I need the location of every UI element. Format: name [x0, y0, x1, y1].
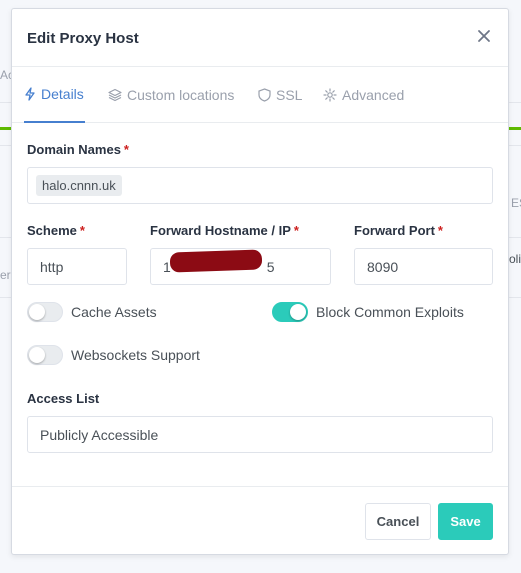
access-list-value: Publicly Accessible: [40, 426, 159, 443]
tab-label: Advanced: [342, 86, 405, 103]
forward-port-label: Forward Port *: [354, 223, 443, 238]
background-accent-bar: [509, 127, 521, 130]
tab-advanced[interactable]: Advanced: [323, 67, 404, 122]
port-value: 8090: [367, 258, 399, 275]
required-marker: *: [437, 223, 443, 238]
block-exploits-toggle[interactable]: [272, 302, 308, 322]
shield-icon: [258, 87, 271, 102]
label-text: Domain Names: [27, 142, 121, 157]
tab-label: Custom locations: [127, 86, 235, 103]
tab-ssl[interactable]: SSL: [258, 67, 302, 122]
tab-custom-locations[interactable]: Custom locations: [108, 67, 234, 122]
cache-assets-row: Cache Assets: [27, 302, 157, 322]
scheme-field[interactable]: http: [27, 248, 127, 285]
required-marker: *: [123, 142, 129, 157]
domain-names-label: Domain Names *: [27, 142, 129, 157]
cache-assets-toggle[interactable]: [27, 302, 63, 322]
forward-hostname-label: Forward Hostname / IP *: [150, 223, 299, 238]
cache-assets-label: Cache Assets: [71, 304, 157, 320]
tab-label: SSL: [276, 86, 303, 103]
toggle-knob: [29, 304, 45, 320]
toggle-knob: [29, 347, 45, 363]
label-text: Forward Hostname / IP: [150, 223, 291, 238]
background-text: olic: [509, 252, 521, 266]
websockets-row: Websockets Support: [27, 345, 200, 365]
background-accent-bar: [0, 127, 11, 130]
modal-footer: Cancel Save: [12, 486, 508, 555]
hostname-value-end: 5: [266, 258, 275, 275]
tab-bar: Details Custom locations SSL Advanced: [12, 67, 508, 123]
gear-icon: [323, 87, 337, 102]
tab-label: Details: [41, 86, 84, 102]
cancel-button[interactable]: Cancel: [365, 503, 431, 540]
block-exploits-row: Block Common Exploits: [272, 302, 464, 322]
save-button[interactable]: Save: [438, 503, 493, 540]
label-text: Scheme: [27, 223, 77, 238]
close-icon: [478, 30, 490, 42]
background-text: ES: [511, 196, 521, 210]
toggle-knob: [290, 304, 306, 320]
layers-icon: [108, 88, 122, 101]
label-text: Access List: [27, 391, 100, 406]
redaction-mark: [169, 249, 263, 273]
modal-header: Edit Proxy Host: [12, 9, 508, 67]
tab-details[interactable]: Details: [24, 67, 85, 123]
domain-chip[interactable]: halo.cnnn.uk: [36, 175, 122, 196]
modal-title: Edit Proxy Host: [27, 30, 139, 47]
block-exploits-label: Block Common Exploits: [316, 304, 464, 320]
access-list-label: Access List: [27, 391, 99, 406]
forward-port-field[interactable]: 8090: [354, 248, 493, 285]
websockets-toggle[interactable]: [27, 345, 63, 365]
scheme-value: http: [40, 258, 64, 275]
required-marker: *: [293, 223, 299, 238]
label-text: Forward Port: [354, 223, 435, 238]
edit-proxy-host-modal: Edit Proxy Host Details Custom locations…: [11, 8, 509, 555]
domain-names-input[interactable]: halo.cnnn.uk: [27, 167, 493, 204]
scheme-label: Scheme *: [27, 223, 85, 238]
close-button[interactable]: [476, 28, 492, 44]
bolt-icon: [25, 87, 35, 101]
background-text: er: [0, 268, 11, 282]
websockets-label: Websockets Support: [71, 347, 200, 363]
access-list-select[interactable]: Publicly Accessible: [27, 416, 493, 453]
required-marker: *: [79, 223, 85, 238]
